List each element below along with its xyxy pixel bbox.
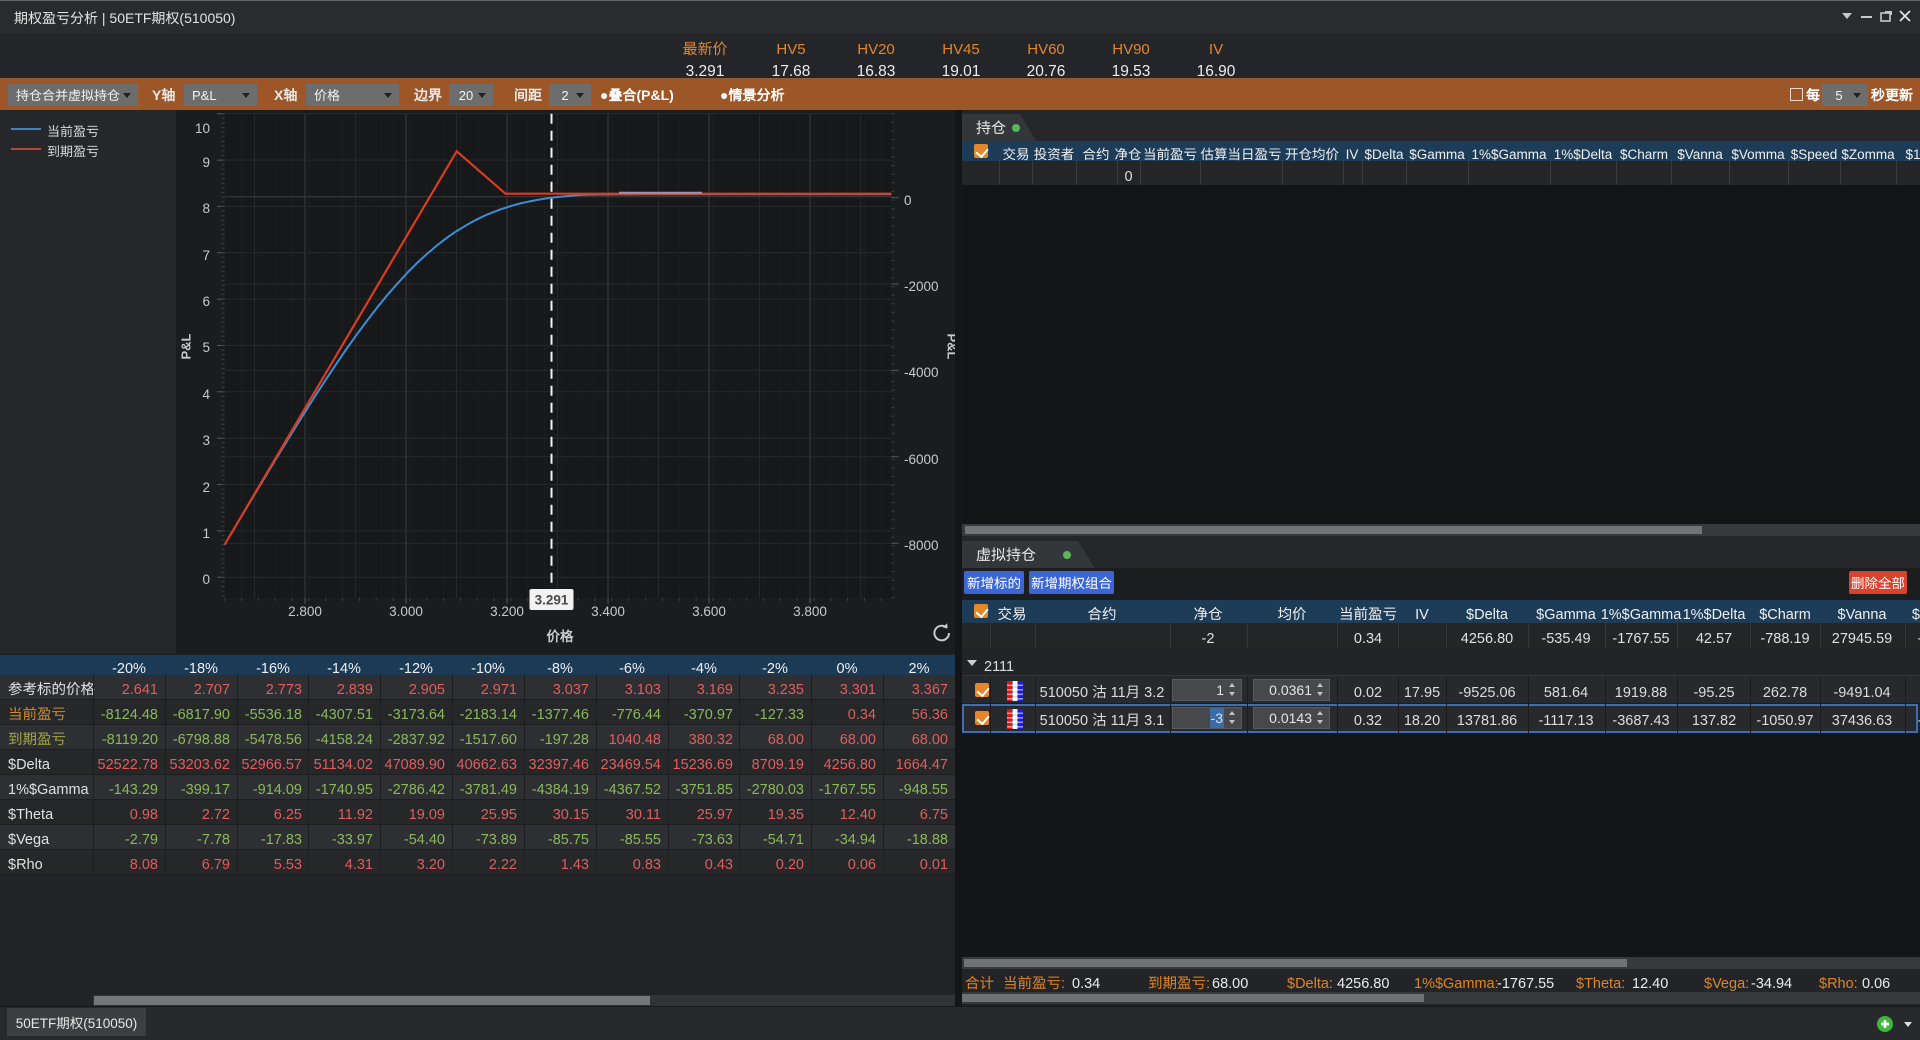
svg-text:3.291: 3.291 bbox=[535, 589, 569, 609]
